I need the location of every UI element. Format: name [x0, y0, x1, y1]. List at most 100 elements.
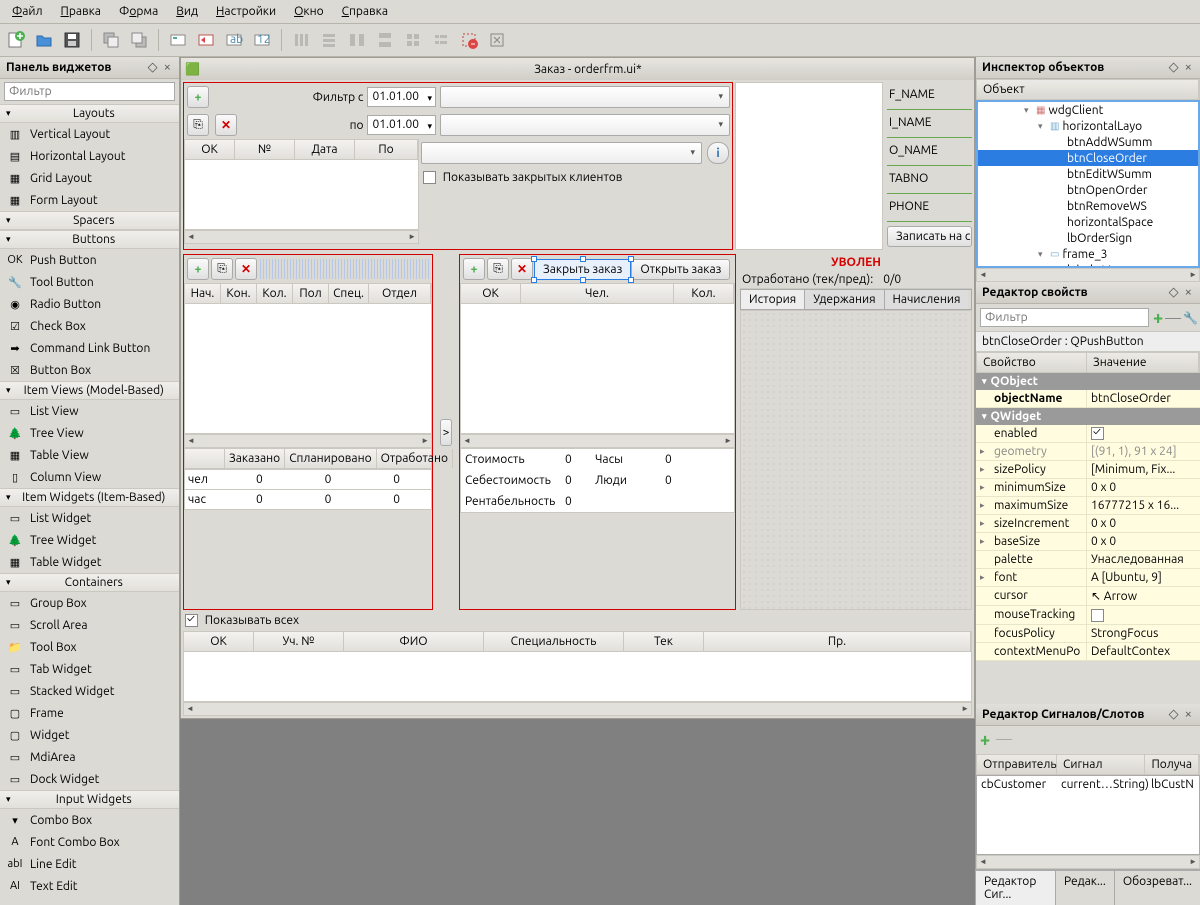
widget-item[interactable]: ▭List Widget	[0, 507, 179, 529]
delete-icon[interactable]: ✕	[215, 114, 237, 136]
transfer-button[interactable]: >	[440, 419, 453, 446]
prop-row[interactable]: cursor↖ Arrow	[976, 587, 1200, 606]
widget-item[interactable]: ▤Horizontal Layout	[0, 145, 179, 167]
edit-taborder-icon[interactable]: 123	[249, 27, 275, 53]
prop-row[interactable]: focusPolicyStrongFocus	[976, 625, 1200, 643]
widget-item[interactable]: ☒Button Box	[0, 359, 179, 381]
client-combo[interactable]	[421, 142, 702, 164]
prop-remove-icon[interactable]: —	[1165, 309, 1181, 327]
prop-filter-input[interactable]	[980, 308, 1149, 327]
delete-icon-3[interactable]: ✕	[511, 258, 533, 280]
prop-row[interactable]: mouseTracking	[976, 606, 1200, 624]
info-icon[interactable]: i	[707, 142, 729, 164]
copy-icon-3[interactable]: ⎘	[487, 258, 509, 280]
orders-hscroll[interactable]	[184, 230, 419, 244]
layout-form-icon[interactable]	[428, 27, 454, 53]
layout-hsplit-icon[interactable]	[344, 27, 370, 53]
prop-row[interactable]: ▸geometry[(91, 1), 91 x 24]	[976, 443, 1200, 461]
date-from-select[interactable]: 01.01.00	[367, 87, 436, 107]
menu-file[interactable]: Файл	[4, 2, 51, 21]
tree-item[interactable]: btnEditWSumm	[978, 166, 1198, 182]
widget-item[interactable]: ▭Dock Widget	[0, 768, 179, 790]
show-all-check[interactable]	[185, 614, 198, 627]
add-icon-3[interactable]: +	[463, 258, 485, 280]
break-layout-icon[interactable]	[456, 27, 482, 53]
category-header[interactable]: ▾Item Views (Model-Based)	[0, 381, 179, 400]
adjust-size-icon[interactable]	[484, 27, 510, 53]
filter-combo-1[interactable]	[440, 86, 730, 108]
category-header[interactable]: ▾Input Widgets	[0, 790, 179, 809]
widget-item[interactable]: ▥Vertical Layout	[0, 123, 179, 145]
dock-close-icon[interactable]: ×	[1183, 286, 1194, 299]
widget-item[interactable]: ◉Radio Button	[0, 293, 179, 315]
dock-float-icon[interactable]: ◇	[146, 61, 160, 74]
copy-icon-2[interactable]: ⎘	[211, 258, 233, 280]
tree-item[interactable]: horizontalSpace	[978, 214, 1198, 230]
widget-item[interactable]: 🌲Tree Widget	[0, 529, 179, 551]
category-header[interactable]: ▾Containers	[0, 573, 179, 592]
prop-row[interactable]: ▸fontA [Ubuntu, 9]	[976, 569, 1200, 587]
date-to-select[interactable]: 01.01.00	[367, 115, 436, 135]
widget-item[interactable]: ▦Form Layout	[0, 189, 179, 211]
dock-float-icon[interactable]: ◇	[1167, 708, 1181, 721]
widget-item[interactable]: 🌲Tree View	[0, 422, 179, 444]
widget-filter-input[interactable]	[4, 82, 175, 101]
widget-item[interactable]: ➡Command Link Button	[0, 337, 179, 359]
widget-item[interactable]: OKPush Button	[0, 249, 179, 271]
tree-item[interactable]: ▾▭frame_3	[978, 246, 1198, 262]
dock-float-icon[interactable]: ◇	[1167, 61, 1181, 74]
tree-item[interactable]: btnCloseOrder	[978, 150, 1198, 166]
tree-item[interactable]: ▾▦wdgClient	[978, 102, 1198, 118]
prop-row[interactable]: ▸maximumSize16777215 x 16...	[976, 497, 1200, 515]
menu-window[interactable]: Окно	[286, 2, 332, 21]
prop-row[interactable]: paletteУнаследованная	[976, 551, 1200, 569]
widget-item[interactable]: ▭Stacked Widget	[0, 680, 179, 702]
save-button[interactable]: Записать на с	[887, 226, 972, 247]
widget-item[interactable]: ▦Table View	[0, 444, 179, 466]
people-all-hscroll[interactable]	[183, 702, 972, 716]
widget-item[interactable]: 📁Tool Box	[0, 636, 179, 658]
edit-widgets-icon[interactable]	[165, 27, 191, 53]
prop-row[interactable]: ▸minimumSize0 x 0	[976, 479, 1200, 497]
prop-group-header[interactable]: ▾QObject	[976, 373, 1200, 390]
spacer-widget[interactable]	[260, 259, 430, 279]
widget-item[interactable]: abILine Edit	[0, 853, 179, 875]
sig-receiver[interactable]: lbCustN	[1151, 778, 1195, 791]
people-hscroll[interactable]	[460, 434, 735, 448]
prop-row[interactable]: objectNamebtnCloseOrder	[976, 390, 1200, 408]
widget-item[interactable]: ▢Frame	[0, 702, 179, 724]
tree-item[interactable]: lbOrderSign	[978, 230, 1198, 246]
sig-signal[interactable]: current…String)	[1061, 778, 1151, 791]
prop-row[interactable]: contextMenuPoDefaultContex	[976, 643, 1200, 661]
new-icon[interactable]	[3, 27, 29, 53]
widget-item[interactable]: ▭Tab Widget	[0, 658, 179, 680]
widget-item[interactable]: AIText Edit	[0, 875, 179, 897]
menu-edit[interactable]: Правка	[53, 2, 109, 21]
category-header[interactable]: ▾Buttons	[0, 230, 179, 249]
sigslot-hscroll[interactable]	[976, 855, 1200, 869]
tree-item[interactable]: btnOpenOrder	[978, 182, 1198, 198]
plan-table[interactable]	[184, 304, 432, 434]
widget-item[interactable]: ▯Column View	[0, 466, 179, 488]
prop-add-icon[interactable]: +	[1153, 308, 1163, 328]
dock-close-icon[interactable]: ×	[162, 61, 173, 74]
filter-combo-2[interactable]	[440, 114, 730, 136]
object-tree[interactable]: ▾▦wdgClient▾▥horizontalLayobtnAddWSummbt…	[976, 100, 1200, 268]
dock-close-icon[interactable]: ×	[1183, 708, 1194, 721]
open-icon[interactable]	[31, 27, 57, 53]
people-table[interactable]	[460, 304, 735, 434]
menu-settings[interactable]: Настройки	[208, 2, 284, 21]
edit-buddies-icon[interactable]: ab	[221, 27, 247, 53]
prop-group-header[interactable]: ▾QWidget	[976, 408, 1200, 425]
widget-item[interactable]: AFont Combo Box	[0, 831, 179, 853]
sig-add-icon[interactable]: +	[980, 730, 990, 750]
add-icon[interactable]: +	[187, 86, 209, 108]
tree-item[interactable]: btnRemoveWS	[978, 198, 1198, 214]
prop-config-icon[interactable]: 🔧	[1183, 311, 1198, 325]
open-order-button[interactable]: Открыть заказ	[631, 259, 730, 280]
category-header[interactable]: ▾Spacers	[0, 211, 179, 230]
bring-front-icon[interactable]	[126, 27, 152, 53]
people-all-table[interactable]	[183, 652, 972, 702]
sig-sender[interactable]: cbCustomer	[981, 778, 1061, 791]
dock-float-icon[interactable]: ◇	[1167, 286, 1181, 299]
